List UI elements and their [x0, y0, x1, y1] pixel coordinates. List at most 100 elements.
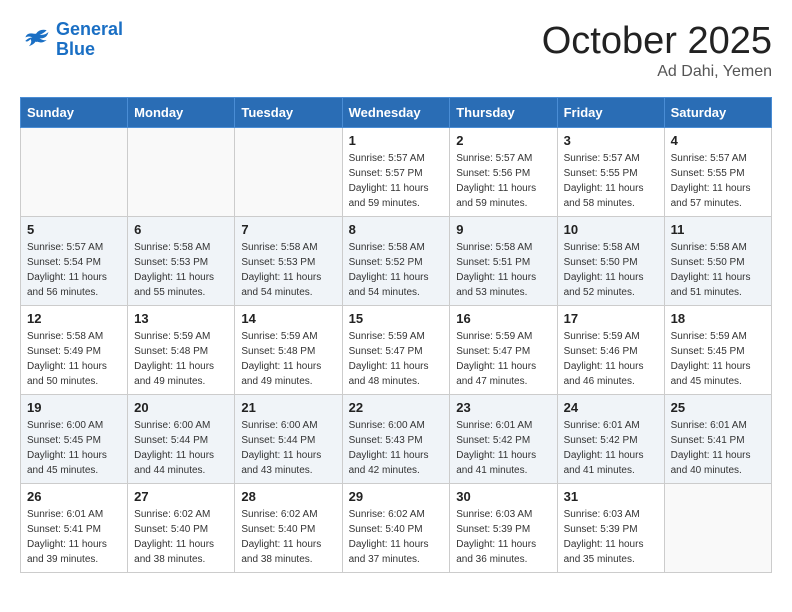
- weekday-header: Friday: [557, 98, 664, 128]
- calendar-cell: 10Sunrise: 5:58 AM Sunset: 5:50 PM Dayli…: [557, 217, 664, 306]
- day-info: Sunrise: 6:01 AM Sunset: 5:41 PM Dayligh…: [671, 418, 765, 478]
- day-number: 30: [456, 489, 550, 504]
- day-number: 19: [27, 400, 121, 415]
- day-number: 31: [564, 489, 658, 504]
- day-number: 23: [456, 400, 550, 415]
- day-info: Sunrise: 5:59 AM Sunset: 5:47 PM Dayligh…: [456, 329, 550, 389]
- weekday-header: Sunday: [21, 98, 128, 128]
- day-info: Sunrise: 5:57 AM Sunset: 5:55 PM Dayligh…: [564, 151, 658, 211]
- calendar-cell: 30 Sunrise: 6:03 AM Sunset: 5:39 PM Dayli…: [450, 484, 557, 573]
- day-info: Sunrise: 5:57 AM Sunset: 5:57 PM Dayligh…: [349, 151, 444, 211]
- day-number: 4: [671, 133, 765, 148]
- calendar-cell: [21, 128, 128, 217]
- title-block: October 2025 Ad Dahi, Yemen: [542, 20, 772, 81]
- calendar-cell: 9 Sunrise: 5:58 AM Sunset: 5:51 PM Daylig…: [450, 217, 557, 306]
- day-number: 24: [564, 400, 658, 415]
- day-info: Sunrise: 5:58 AM Sunset: 5:52 PM Dayligh…: [349, 240, 444, 300]
- calendar-cell: 7Sunrise: 5:58 AM Sunset: 5:53 PM Daylig…: [235, 217, 342, 306]
- calendar-cell: 21 Sunrise: 6:00 AM Sunset: 5:44 PM Dayli…: [235, 395, 342, 484]
- calendar-cell: 23Sunrise: 6:01 AM Sunset: 5:42 PM Dayli…: [450, 395, 557, 484]
- day-number: 17: [564, 311, 658, 326]
- calendar-cell: 6 Sunrise: 5:58 AM Sunset: 5:53 PM Daylig…: [128, 217, 235, 306]
- calendar-cell: 4 Sunrise: 5:57 AM Sunset: 5:55 PM Daylig…: [664, 128, 771, 217]
- day-info: Sunrise: 5:59 AM Sunset: 5:46 PM Dayligh…: [564, 329, 658, 389]
- day-number: 5: [27, 222, 121, 237]
- day-info: Sunrise: 6:01 AM Sunset: 5:41 PM Dayligh…: [27, 507, 121, 567]
- weekday-header: Thursday: [450, 98, 557, 128]
- calendar-cell: 1 Sunrise: 5:57 AM Sunset: 5:57 PM Daylig…: [342, 128, 450, 217]
- day-info: Sunrise: 5:59 AM Sunset: 5:48 PM Dayligh…: [134, 329, 228, 389]
- day-number: 28: [241, 489, 335, 504]
- day-info: Sunrise: 6:02 AM Sunset: 5:40 PM Dayligh…: [241, 507, 335, 567]
- calendar-cell: 17 Sunrise: 5:59 AM Sunset: 5:46 PM Dayli…: [557, 306, 664, 395]
- day-number: 11: [671, 222, 765, 237]
- day-number: 26: [27, 489, 121, 504]
- calendar-cell: 18 Sunrise: 5:59 AM Sunset: 5:45 PM Dayli…: [664, 306, 771, 395]
- day-info: Sunrise: 6:00 AM Sunset: 5:44 PM Dayligh…: [241, 418, 335, 478]
- calendar-week-row: 26 Sunrise: 6:01 AM Sunset: 5:41 PM Dayli…: [21, 484, 772, 573]
- logo: General Blue: [20, 20, 123, 60]
- calendar-week-row: 5 Sunrise: 5:57 AM Sunset: 5:54 PM Daylig…: [21, 217, 772, 306]
- logo-text: General Blue: [56, 20, 123, 60]
- day-number: 15: [349, 311, 444, 326]
- weekday-header: Tuesday: [235, 98, 342, 128]
- day-info: Sunrise: 6:00 AM Sunset: 5:44 PM Dayligh…: [134, 418, 228, 478]
- calendar-cell: 29 Sunrise: 6:02 AM Sunset: 5:40 PM Dayli…: [342, 484, 450, 573]
- calendar-cell: 11 Sunrise: 5:58 AM Sunset: 5:50 PM Dayli…: [664, 217, 771, 306]
- day-info: Sunrise: 5:59 AM Sunset: 5:45 PM Dayligh…: [671, 329, 765, 389]
- day-info: Sunrise: 5:58 AM Sunset: 5:50 PM Dayligh…: [671, 240, 765, 300]
- day-number: 9: [456, 222, 550, 237]
- day-info: Sunrise: 5:58 AM Sunset: 5:51 PM Dayligh…: [456, 240, 550, 300]
- logo-icon: [20, 26, 52, 54]
- day-number: 14: [241, 311, 335, 326]
- calendar-cell: 13 Sunrise: 5:59 AM Sunset: 5:48 PM Dayli…: [128, 306, 235, 395]
- calendar-cell: 14 Sunrise: 5:59 AM Sunset: 5:48 PM Dayli…: [235, 306, 342, 395]
- day-number: 16: [456, 311, 550, 326]
- day-info: Sunrise: 6:00 AM Sunset: 5:43 PM Dayligh…: [349, 418, 444, 478]
- day-info: Sunrise: 6:03 AM Sunset: 5:39 PM Dayligh…: [456, 507, 550, 567]
- calendar-week-row: 19 Sunrise: 6:00 AM Sunset: 5:45 PM Dayli…: [21, 395, 772, 484]
- calendar-cell: 2Sunrise: 5:57 AM Sunset: 5:56 PM Daylig…: [450, 128, 557, 217]
- day-info: Sunrise: 5:58 AM Sunset: 5:49 PM Dayligh…: [27, 329, 121, 389]
- weekday-header: Wednesday: [342, 98, 450, 128]
- day-info: Sunrise: 5:57 AM Sunset: 5:55 PM Dayligh…: [671, 151, 765, 211]
- day-info: Sunrise: 6:00 AM Sunset: 5:45 PM Dayligh…: [27, 418, 121, 478]
- calendar-table: SundayMondayTuesdayWednesdayThursdayFrid…: [20, 97, 772, 573]
- day-number: 1: [349, 133, 444, 148]
- calendar-cell: [235, 128, 342, 217]
- day-number: 29: [349, 489, 444, 504]
- day-info: Sunrise: 5:58 AM Sunset: 5:53 PM Dayligh…: [241, 240, 335, 300]
- calendar-week-row: 12 Sunrise: 5:58 AM Sunset: 5:49 PM Dayli…: [21, 306, 772, 395]
- day-number: 21: [241, 400, 335, 415]
- day-number: 3: [564, 133, 658, 148]
- day-info: Sunrise: 5:59 AM Sunset: 5:47 PM Dayligh…: [349, 329, 444, 389]
- day-info: Sunrise: 6:02 AM Sunset: 5:40 PM Dayligh…: [349, 507, 444, 567]
- day-number: 2: [456, 133, 550, 148]
- day-number: 12: [27, 311, 121, 326]
- calendar-week-row: 1 Sunrise: 5:57 AM Sunset: 5:57 PM Daylig…: [21, 128, 772, 217]
- day-info: Sunrise: 5:59 AM Sunset: 5:48 PM Dayligh…: [241, 329, 335, 389]
- calendar-cell: 3 Sunrise: 5:57 AM Sunset: 5:55 PM Daylig…: [557, 128, 664, 217]
- day-number: 27: [134, 489, 228, 504]
- calendar-cell: 28 Sunrise: 6:02 AM Sunset: 5:40 PM Dayli…: [235, 484, 342, 573]
- calendar-cell: 5 Sunrise: 5:57 AM Sunset: 5:54 PM Daylig…: [21, 217, 128, 306]
- day-info: Sunrise: 5:58 AM Sunset: 5:50 PM Dayligh…: [564, 240, 658, 300]
- day-number: 6: [134, 222, 228, 237]
- location: Ad Dahi, Yemen: [542, 63, 772, 81]
- calendar-cell: [128, 128, 235, 217]
- day-info: Sunrise: 5:57 AM Sunset: 5:54 PM Dayligh…: [27, 240, 121, 300]
- calendar-cell: 8 Sunrise: 5:58 AM Sunset: 5:52 PM Daylig…: [342, 217, 450, 306]
- day-info: Sunrise: 5:58 AM Sunset: 5:53 PM Dayligh…: [134, 240, 228, 300]
- calendar-cell: 16 Sunrise: 5:59 AM Sunset: 5:47 PM Dayli…: [450, 306, 557, 395]
- calendar-cell: 12 Sunrise: 5:58 AM Sunset: 5:49 PM Dayli…: [21, 306, 128, 395]
- day-info: Sunrise: 6:03 AM Sunset: 5:39 PM Dayligh…: [564, 507, 658, 567]
- day-number: 8: [349, 222, 444, 237]
- day-info: Sunrise: 6:02 AM Sunset: 5:40 PM Dayligh…: [134, 507, 228, 567]
- calendar-cell: 24Sunrise: 6:01 AM Sunset: 5:42 PM Dayli…: [557, 395, 664, 484]
- calendar-cell: 25Sunrise: 6:01 AM Sunset: 5:41 PM Dayli…: [664, 395, 771, 484]
- day-number: 18: [671, 311, 765, 326]
- calendar-cell: 27 Sunrise: 6:02 AM Sunset: 5:40 PM Dayli…: [128, 484, 235, 573]
- month-title: October 2025: [542, 20, 772, 63]
- calendar-cell: 20Sunrise: 6:00 AM Sunset: 5:44 PM Dayli…: [128, 395, 235, 484]
- day-number: 13: [134, 311, 228, 326]
